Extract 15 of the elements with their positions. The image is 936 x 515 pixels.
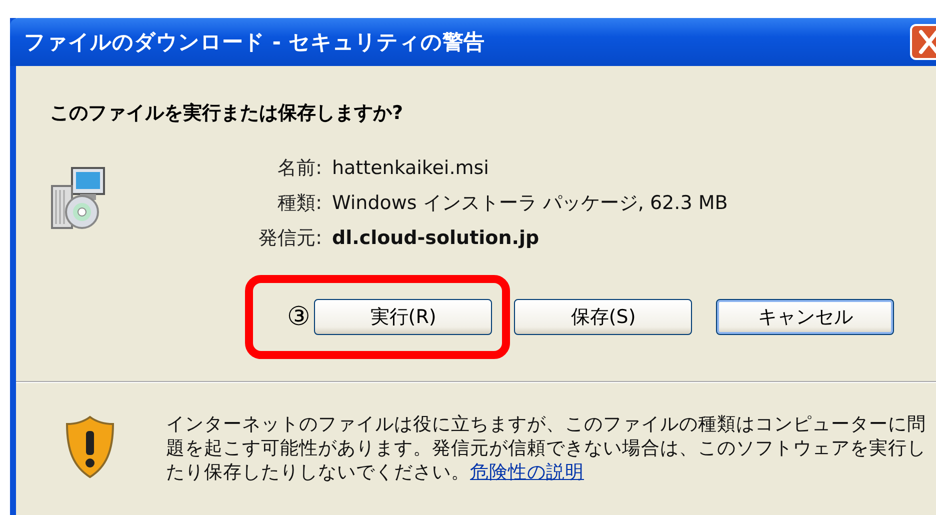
- field-label: 名前:: [276, 156, 323, 181]
- field-value: dl.cloud-solution.jp: [332, 226, 540, 251]
- step-number: ③: [287, 302, 310, 332]
- field-label: 発信元:: [258, 226, 323, 251]
- risk-explanation-link[interactable]: 危険性の説明: [470, 462, 584, 483]
- field-label: 種類:: [276, 191, 323, 216]
- run-button[interactable]: 実行(R): [314, 299, 492, 335]
- dialog-button[interactable]: キャンセル: [716, 299, 894, 335]
- warning-shield-icon: [64, 415, 116, 479]
- field-value: hattenkaikei.msi: [332, 156, 489, 181]
- field-value: Windows インストーラ パッケージ, 62.3 MB: [332, 191, 728, 216]
- warning-message: インターネットのファイルは役に立ちますが、このファイルの種類はコンピューターに問題を起こす可能性があります。発信元が信頼できない場合は、このソフトウェアを実行したり保存したりしないでください。危険性の説明: [166, 413, 926, 485]
- window-title: ファイルのダウンロード - セキュリティの警告: [24, 29, 484, 56]
- dialog-button[interactable]: 保存(S): [514, 299, 692, 335]
- question-text: このファイルを実行または保存しますか?: [49, 101, 404, 126]
